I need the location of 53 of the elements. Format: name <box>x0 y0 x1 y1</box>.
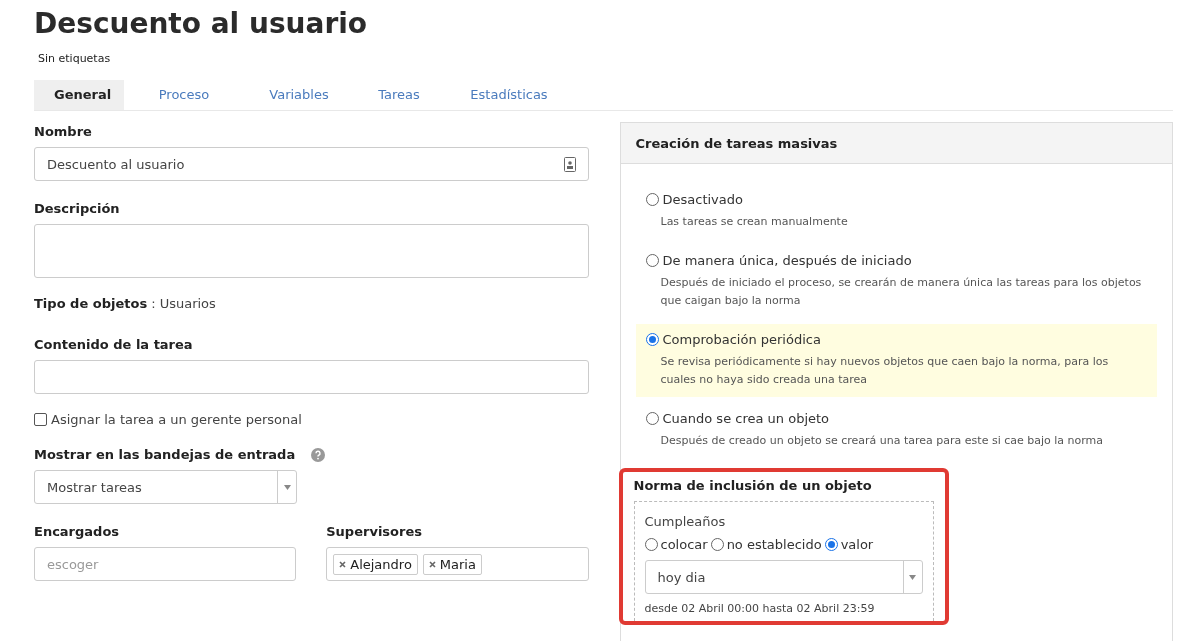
date-range: desde 02 Abril 00:00 hasta 02 Abril 23:59 <box>644 602 876 615</box>
description-field[interactable] <box>34 224 589 278</box>
remove-icon[interactable] <box>339 560 347 568</box>
inbox-select[interactable]: Mostrar tareas <box>34 470 297 504</box>
radio-label: valor <box>840 537 874 552</box>
field-label: Descripción <box>34 201 121 216</box>
panel-title: Creación de tareas masivas <box>620 123 1172 164</box>
caret-icon <box>283 484 291 490</box>
page-title: Descuento al usuario <box>34 6 369 42</box>
value-select[interactable]: hoy dia <box>644 560 923 594</box>
option-hint: Las tareas se crean manualmente <box>660 214 849 230</box>
field-label: Nombre <box>34 124 93 139</box>
help-icon[interactable] <box>311 447 326 462</box>
option-hint: Después de creado un objeto se creará una tarea para este si cae bajo la norma <box>660 433 1105 449</box>
tab[interactable]: Estadísticas <box>444 80 574 110</box>
field-value: : Usuarios <box>151 296 216 311</box>
contact-card-icon[interactable] <box>563 156 576 172</box>
checkbox-label: Asignar la tarea a un gerente personal <box>51 412 302 427</box>
option-label: Desactivado <box>662 192 743 207</box>
tab[interactable]: Variables <box>244 80 354 110</box>
tab[interactable]: Proceso <box>124 80 244 110</box>
supervisor-chip[interactable]: Maria <box>422 553 482 575</box>
field-label: Mostrar en las bandejas de entrada <box>34 447 296 462</box>
radio-button[interactable] <box>710 538 724 551</box>
tab[interactable]: Tareas <box>354 80 444 110</box>
radio-label: no establecido <box>726 537 822 552</box>
radio-button[interactable] <box>645 412 659 425</box>
radio-button[interactable] <box>824 538 838 551</box>
caret-icon <box>909 574 916 580</box>
field-label: Supervisores <box>326 524 423 539</box>
option-label: Cuando se crea un objeto <box>662 411 830 426</box>
option-hint: Se revisa periódicamente si hay nuevos objetos que caen bajo la norma, para los cuales no haya sido creada una tarea <box>660 354 1110 388</box>
field-label: Encargados <box>34 524 121 539</box>
rule-field-label: Cumpleaños <box>644 514 727 529</box>
option-label: De manera única, después de iniciado <box>662 253 912 268</box>
checkbox[interactable] <box>34 413 47 426</box>
tab[interactable]: General <box>34 80 124 110</box>
supervisors-field[interactable]: Alejandro Maria <box>326 547 589 581</box>
radio-button[interactable] <box>645 333 659 346</box>
radio-button[interactable] <box>645 193 659 206</box>
supervisor-chip[interactable]: Alejandro <box>333 553 418 575</box>
tags-note: Sin etiquetas <box>38 52 112 65</box>
radio-button[interactable] <box>645 254 659 267</box>
name-field[interactable]: Descuento al usuario <box>34 147 589 181</box>
option-label: Comprobación periódica <box>662 332 821 347</box>
field-label: Contenido de la tarea <box>34 337 194 352</box>
remove-icon[interactable] <box>428 560 436 568</box>
radio-button[interactable] <box>644 538 658 551</box>
radio-label: colocar <box>660 537 708 552</box>
rule-title: Norma de inclusión de un objeto <box>633 478 873 493</box>
option-hint: Después de iniciado el proceso, se crearán de manera única las tareas para los objetos que caigan bajo la norma <box>660 275 1143 309</box>
content-field[interactable] <box>34 360 589 394</box>
field-label: Tipo de objetos <box>34 296 148 311</box>
